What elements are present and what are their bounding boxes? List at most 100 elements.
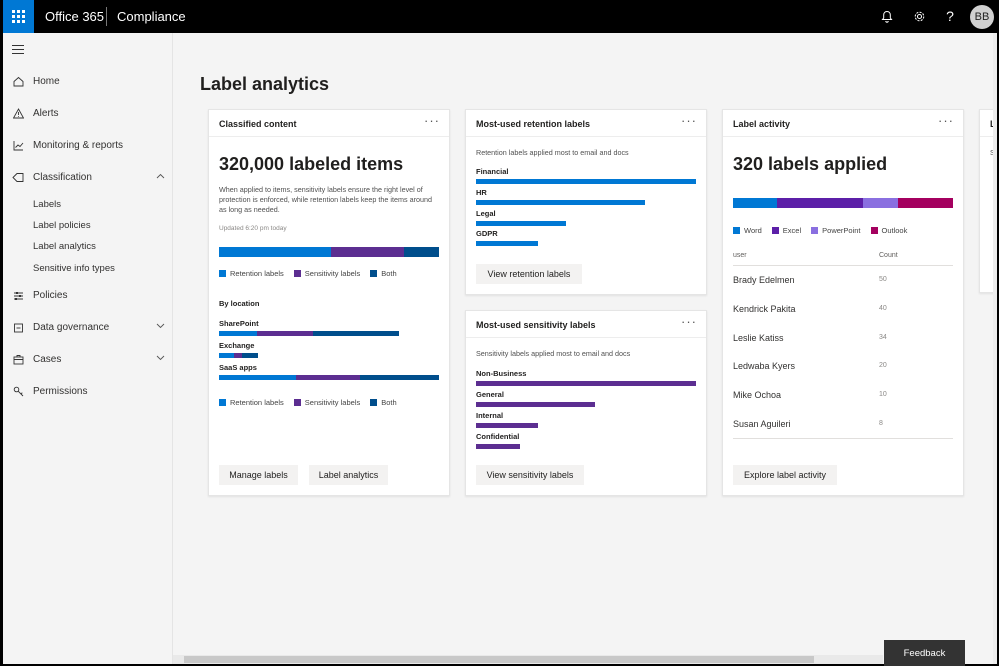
hamburger-icon[interactable] — [12, 45, 24, 57]
sidebar-item-data-governance[interactable]: Data governance — [3, 315, 173, 339]
powerpoint-segment — [862, 198, 898, 208]
card-description: Sensitivity labels applied most to email… — [476, 349, 631, 358]
user-name: Kendrick Pakita — [733, 304, 796, 314]
sidebar-item-permissions[interactable]: Permissions — [3, 379, 173, 403]
app-frame: Office 365 Compliance ? BB Home Alerts M… — [3, 0, 997, 664]
home-icon — [3, 76, 33, 87]
vertical-scrollbar[interactable] — [993, 33, 997, 664]
sidebar-subitem-labels[interactable]: Labels — [33, 199, 61, 210]
excel-segment — [777, 198, 863, 208]
brand-name[interactable]: Office 365 — [45, 9, 104, 24]
sidebar-subitem-label-policies[interactable]: Label policies — [33, 220, 91, 231]
location-bar — [219, 353, 258, 358]
retention-label-name: Financial — [476, 167, 509, 176]
view-sensitivity-labels-button[interactable]: View sensitivity labels — [476, 465, 584, 485]
sidebar-item-home[interactable]: Home — [3, 69, 173, 93]
user-count: 10 — [879, 391, 887, 398]
updated-timestamp: Updated 6:20 pm today — [219, 225, 287, 232]
outlook-segment — [897, 198, 953, 208]
retention-label-name: GDPR — [476, 229, 498, 238]
sidebar-subitem-label-analytics[interactable]: Label analytics — [33, 241, 96, 252]
more-icon[interactable]: ··· — [681, 314, 697, 329]
legend-label: Word — [744, 226, 762, 235]
lock-icon — [3, 322, 33, 333]
briefcase-icon — [3, 354, 33, 365]
app-name[interactable]: Compliance — [117, 9, 186, 24]
sidebar-item-alerts[interactable]: Alerts — [3, 101, 173, 125]
sidebar-item-policies[interactable]: Policies — [3, 283, 173, 307]
word-swatch — [733, 227, 740, 234]
sensitivity-label-name: Non-Business — [476, 369, 527, 378]
legend: Word Excel PowerPoint Outlook — [733, 226, 917, 235]
sensitivity-swatch — [293, 399, 301, 406]
scrollbar-thumb[interactable] — [184, 656, 814, 663]
label-activity-card: Label activity ··· 320 labels applied Wo… — [722, 109, 964, 496]
sidebar-item-classification[interactable]: Classification — [3, 165, 173, 189]
retention-swatch — [219, 270, 226, 277]
chevron-down-icon[interactable] — [156, 353, 165, 364]
more-icon[interactable]: ··· — [424, 113, 440, 128]
user-count: 8 — [879, 420, 883, 427]
retention-swatch — [219, 399, 226, 406]
chevron-down-icon[interactable] — [156, 321, 165, 332]
user-name: Brady Edelmen — [733, 275, 795, 285]
card-title: Most-used retention labels — [476, 119, 591, 129]
retention-labels-card: Most-used retention labels ··· Retention… — [465, 109, 707, 295]
sidebar-item-label: Policies — [33, 289, 68, 301]
bell-icon[interactable] — [878, 7, 896, 25]
more-icon[interactable]: ··· — [681, 113, 697, 128]
legend-label: Outlook — [881, 226, 908, 235]
labels-applied-count: 320 labels applied — [733, 154, 888, 174]
manage-labels-button[interactable]: Manage labels — [219, 465, 298, 485]
sensitivity-label-name: General — [476, 390, 504, 399]
classified-content-card: Classified content ··· 320,000 labeled i… — [208, 109, 450, 496]
help-icon[interactable]: ? — [941, 7, 959, 25]
sensitivity-swatch — [293, 270, 301, 277]
location-bar — [219, 331, 399, 336]
sensitivity-label-name: Confidential — [476, 432, 520, 441]
retention-label-name: Legal — [476, 209, 496, 218]
sensitivity-bar — [476, 402, 595, 407]
user-count: 50 — [879, 276, 887, 283]
legend-label: Sensitivity labels — [304, 269, 361, 278]
user-name: Leslie Katiss — [733, 333, 784, 343]
sidebar-item-label: Classification — [33, 171, 92, 183]
sidebar-item-monitoring[interactable]: Monitoring & reports — [3, 133, 173, 157]
legend-label: PowerPoint — [822, 226, 861, 235]
waffle-icon[interactable] — [3, 0, 34, 33]
top-bar: Office 365 Compliance ? BB — [3, 0, 997, 33]
outlook-swatch — [870, 227, 878, 234]
divider — [106, 7, 107, 26]
main-content: Label analytics Classified content ··· 3… — [174, 33, 997, 664]
avatar[interactable]: BB — [970, 5, 994, 29]
stacked-bar — [219, 247, 439, 257]
sidebar-item-cases[interactable]: Cases — [3, 347, 173, 371]
sidebar-item-label: Alerts — [33, 107, 59, 119]
sidebar-item-label: Cases — [33, 353, 62, 365]
sidebar-item-label: Monitoring & reports — [33, 139, 124, 151]
divider — [733, 438, 953, 439]
chart-icon — [3, 140, 33, 151]
chevron-up-icon[interactable] — [156, 171, 165, 182]
page-title: Label analytics — [200, 74, 330, 94]
legend-label: Retention labels — [230, 269, 284, 278]
sensitivity-label-name: Internal — [476, 411, 504, 420]
retention-bar — [476, 200, 646, 205]
labeled-items-count: 320,000 labeled items — [219, 154, 404, 174]
retention-segment — [219, 247, 332, 257]
more-icon[interactable]: ··· — [938, 113, 954, 128]
retention-bar — [476, 221, 567, 226]
label-analytics-button[interactable]: Label analytics — [309, 465, 388, 485]
legend-label: Both — [381, 269, 397, 278]
user-name: Ledwaba Kyers — [733, 361, 796, 371]
legend: Retention labels Sensitivity labels Both — [219, 398, 407, 407]
gear-icon[interactable] — [910, 7, 928, 25]
feedback-button[interactable]: Feedback — [884, 640, 965, 666]
retention-bar — [476, 179, 696, 184]
column-header-count: Count — [879, 252, 898, 259]
sensitivity-bar — [476, 423, 538, 428]
sidebar-item-label: Data governance — [33, 321, 110, 333]
sidebar-subitem-sensitive-info-types[interactable]: Sensitive info types — [33, 263, 115, 274]
explore-label-activity-button[interactable]: Explore label activity — [733, 465, 837, 485]
view-retention-labels-button[interactable]: View retention labels — [476, 264, 582, 284]
